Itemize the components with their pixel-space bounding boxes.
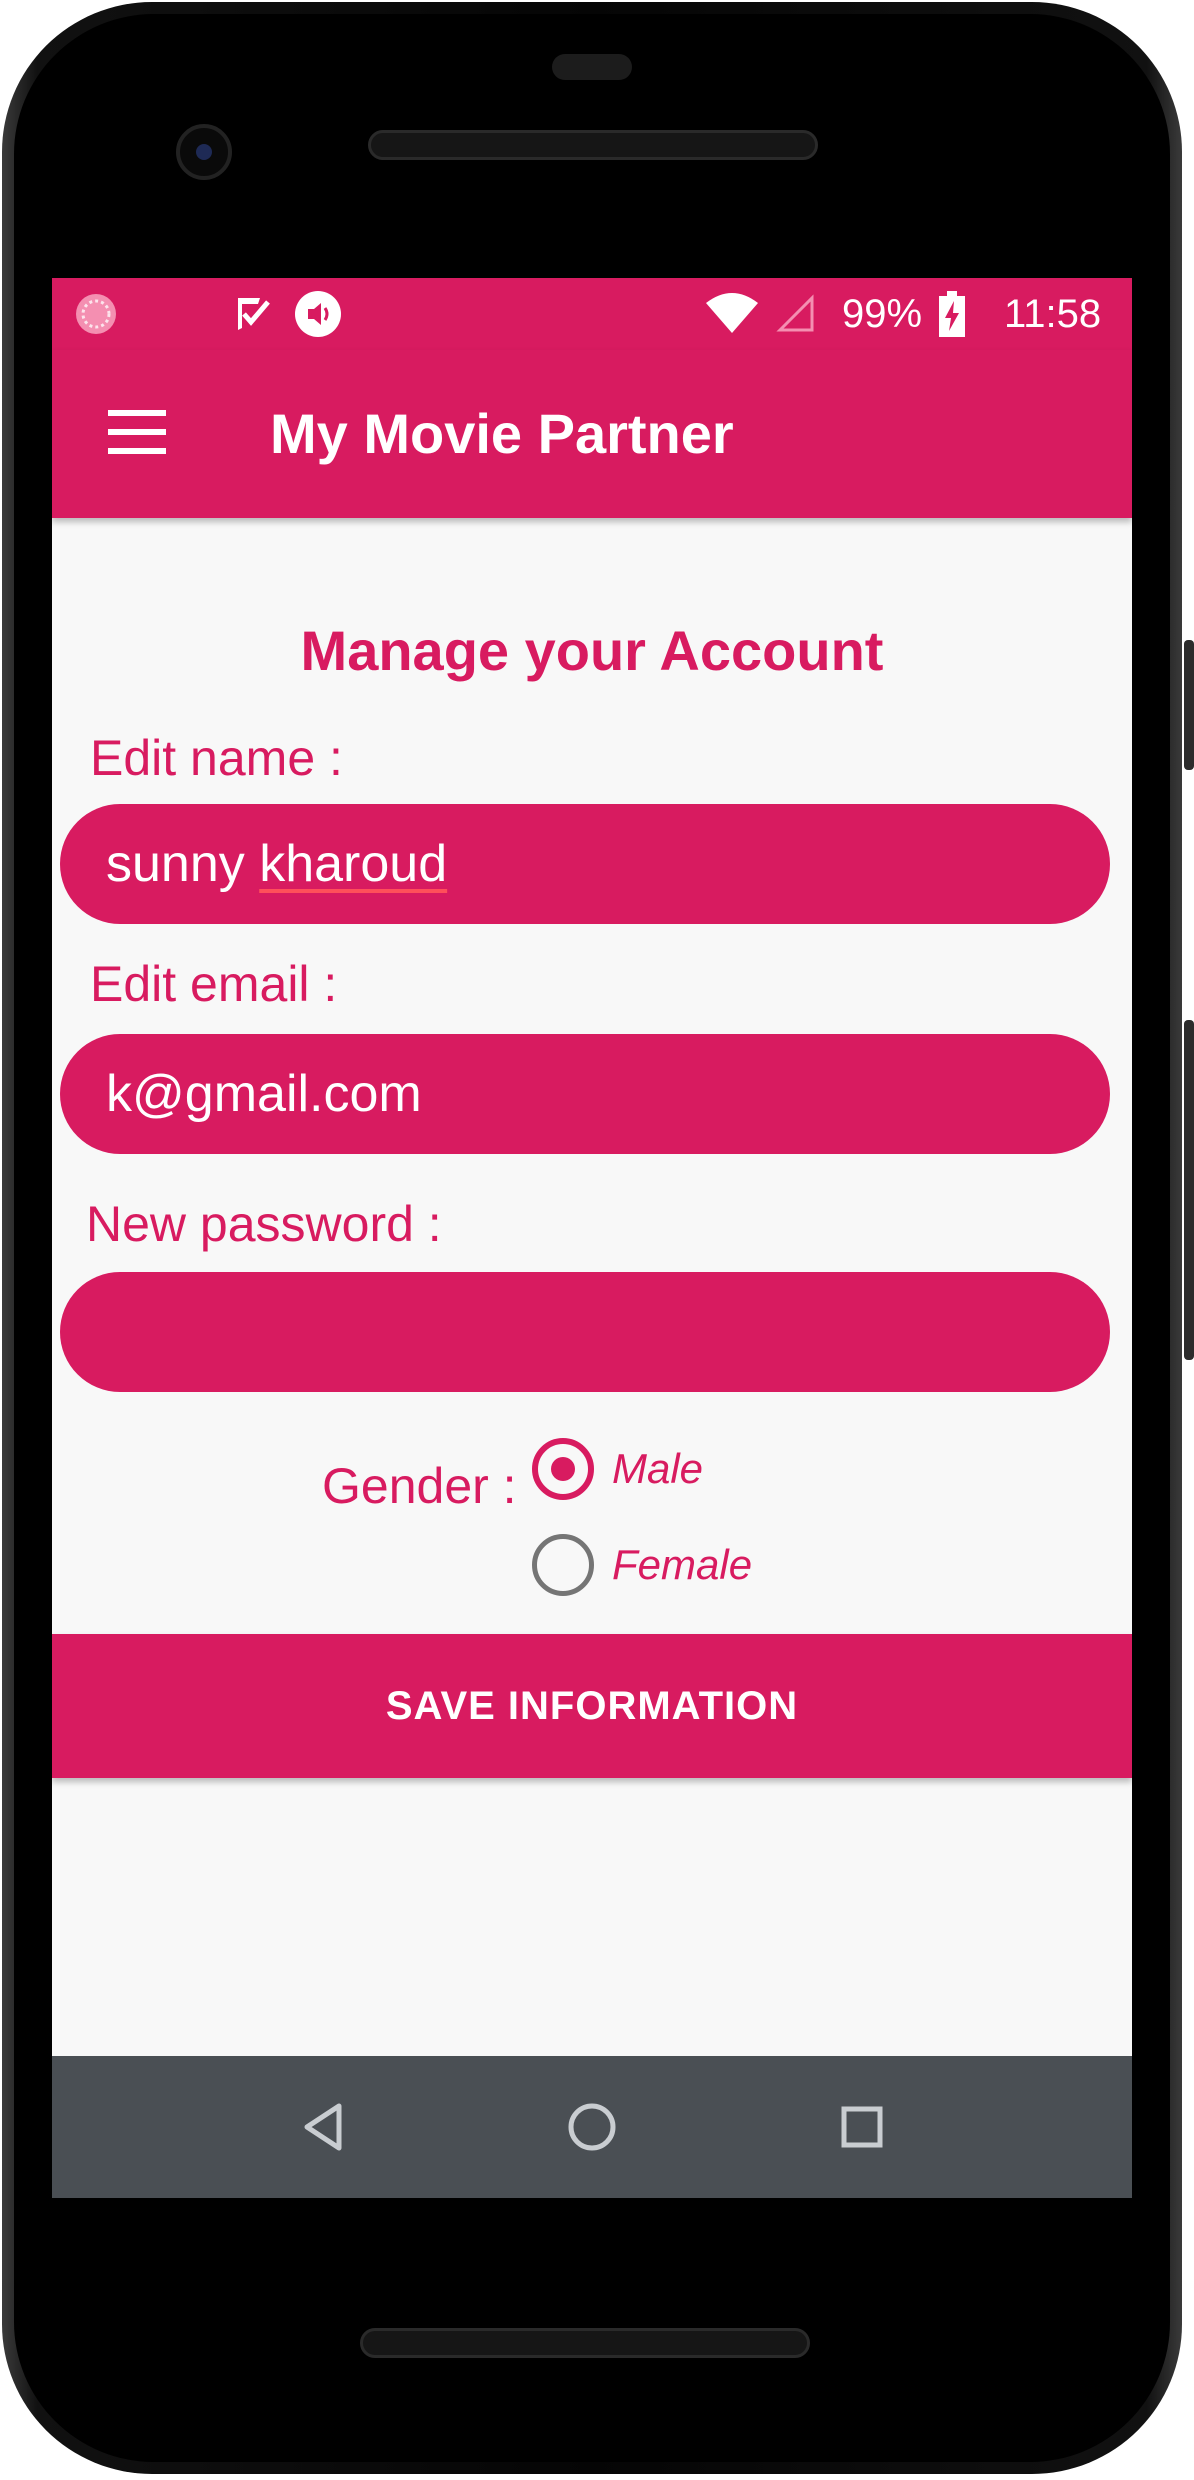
name-input[interactable]: sunny kharoud [60, 804, 1110, 924]
save-information-button[interactable]: SAVE INFORMATION [52, 1634, 1132, 1778]
wifi-icon [704, 290, 760, 338]
app-title: My Movie Partner [270, 402, 734, 465]
name-input-first: sunny [106, 835, 245, 893]
clock: 11:58 [1004, 292, 1102, 336]
recents-icon[interactable] [829, 2094, 895, 2160]
app-screen: 99% 11:58 My Movie Partner Manage your A… [52, 278, 1132, 2198]
gender-label: Gender : [322, 1458, 517, 1514]
gender-option-male-label[interactable]: Male [612, 1444, 703, 1494]
email-input-value: k@gmail.com [106, 1065, 422, 1123]
password-input[interactable] [60, 1272, 1110, 1392]
system-nav-bar [52, 2056, 1132, 2198]
gender-radio-female[interactable] [532, 1534, 594, 1596]
bottom-speaker [360, 2328, 810, 2358]
password-label: New password : [86, 1196, 442, 1252]
battery-percentage: 99% [842, 292, 923, 336]
app-bar: My Movie Partner [52, 350, 1132, 518]
front-camera [176, 124, 232, 180]
name-input-second: kharoud [259, 835, 448, 893]
earpiece [552, 54, 632, 80]
name-label: Edit name : [90, 730, 343, 786]
top-speaker [368, 130, 818, 160]
volume-notification-icon [294, 290, 342, 338]
home-icon[interactable] [559, 2094, 625, 2160]
gender-option-female-label[interactable]: Female [612, 1540, 752, 1590]
sync-icon [72, 290, 120, 338]
status-bar: 99% 11:58 [52, 278, 1132, 350]
page-title: Manage your Account [300, 619, 884, 682]
side-button-power [1184, 640, 1194, 770]
battery-charging-icon [932, 290, 972, 338]
check-notification-icon [228, 290, 276, 338]
cell-signal-icon [772, 290, 820, 338]
gender-radio-male[interactable] [532, 1438, 594, 1500]
side-button-volume [1184, 1020, 1194, 1360]
back-icon[interactable] [290, 2094, 356, 2160]
hamburger-menu-icon[interactable] [108, 410, 166, 454]
email-input[interactable]: k@gmail.com [60, 1034, 1110, 1154]
email-label: Edit email : [90, 956, 338, 1012]
